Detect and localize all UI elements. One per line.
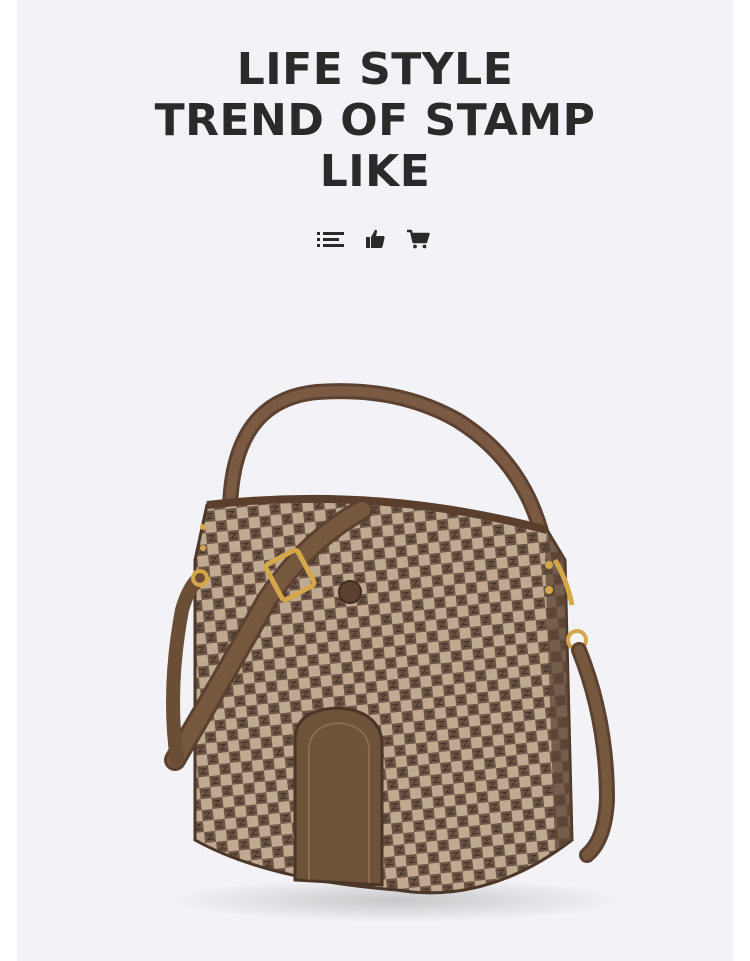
product-banner: LIFE STYLE TREND OF STAMP LIKE xyxy=(17,0,733,961)
handbag-image xyxy=(164,383,627,922)
